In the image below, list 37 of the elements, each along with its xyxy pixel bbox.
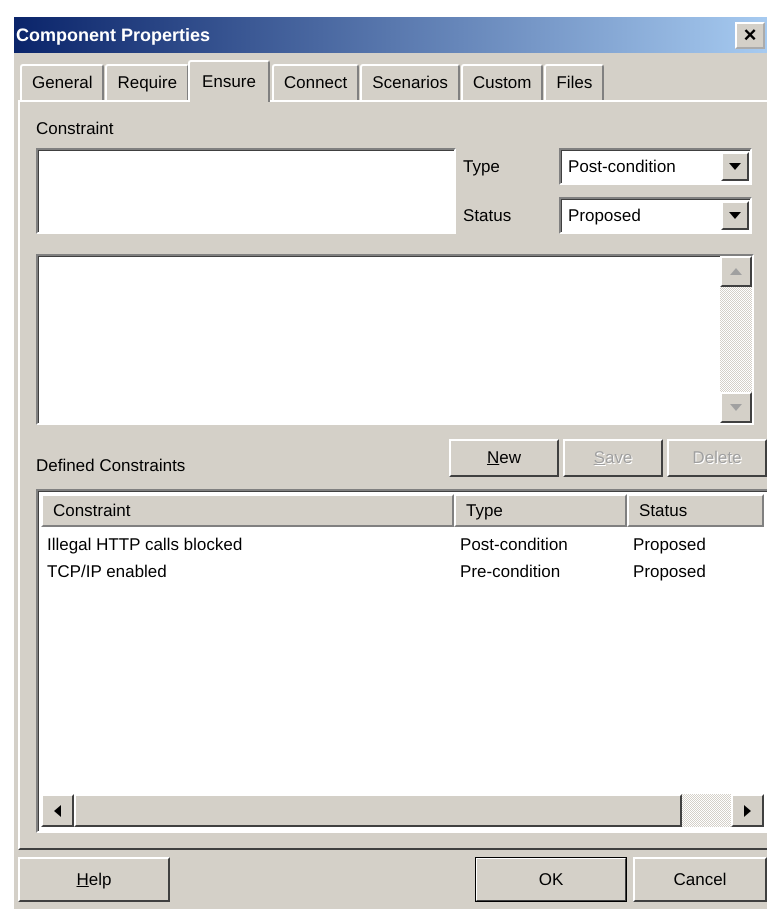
scroll-up-icon[interactable] [720, 256, 752, 287]
description-text-area[interactable] [36, 254, 754, 425]
defined-constraints-label: Defined Constraints [36, 455, 186, 477]
tab[interactable]: Files [544, 64, 604, 100]
column-header[interactable]: Type [454, 494, 627, 527]
scroll-left-icon[interactable] [41, 794, 74, 827]
table-cell-text: Proposed [632, 562, 707, 582]
column-header[interactable]: Constraint [41, 494, 454, 527]
constraint-label: Constraint [36, 118, 114, 140]
vertical-scrollbar[interactable] [720, 256, 752, 423]
scroll-down-icon[interactable] [720, 392, 752, 423]
constraint-input-field[interactable] [36, 148, 456, 234]
tab[interactable]: Scenarios [360, 64, 460, 100]
tab[interactable]: Custom [460, 64, 544, 100]
dialog-button[interactable]: Cancel [633, 857, 767, 902]
type-label: Type [463, 156, 501, 176]
scroll-right-icon[interactable] [731, 794, 764, 827]
table-cell-text: TCP/IP enabled [46, 562, 168, 582]
column-header[interactable]: Status [627, 494, 764, 527]
tab[interactable]: Ensure [188, 60, 270, 102]
close-button[interactable]: × [735, 22, 765, 48]
table-cell-text: Illegal HTTP calls blocked [46, 534, 244, 554]
dialog-button[interactable]: Help [18, 857, 170, 902]
table-cell-text: Post-condition [459, 534, 569, 554]
tab[interactable]: Connect [272, 64, 360, 100]
window-title: Component Properties [16, 24, 210, 46]
status-label: Status [463, 206, 512, 226]
type-dropdown[interactable]: Post-condition [559, 148, 752, 185]
tab[interactable]: General [20, 64, 104, 100]
dialog-button[interactable]: OK [475, 857, 627, 902]
table-cell-text: Proposed [632, 534, 707, 554]
table-cell-text: Pre-condition [459, 562, 562, 582]
tab[interactable]: Require [105, 64, 190, 100]
horizontal-scrollbar[interactable] [41, 794, 764, 827]
list-action-button[interactable]: New [449, 439, 559, 477]
status-dropdown[interactable]: Proposed [559, 197, 752, 234]
scrollbar-thumb[interactable] [74, 794, 682, 827]
